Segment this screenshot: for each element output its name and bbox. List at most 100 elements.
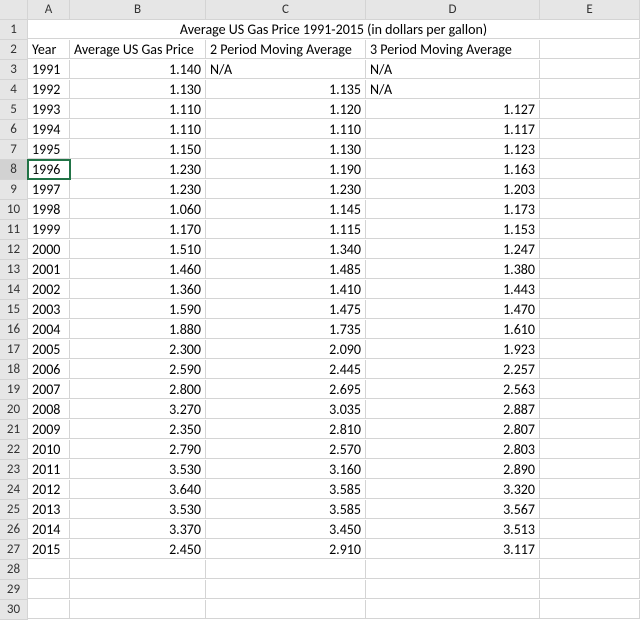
cell-D3[interactable]: N/A	[366, 60, 540, 79]
cell-B14[interactable]: 1.360	[70, 280, 206, 299]
cell-E8[interactable]	[540, 160, 640, 179]
cell-E7[interactable]	[540, 140, 640, 159]
cell-B24[interactable]: 3.640	[70, 480, 206, 499]
cell-B18[interactable]: 2.590	[70, 360, 206, 379]
cell-D2[interactable]: 3 Period Moving Average	[366, 40, 540, 59]
cell-D17[interactable]: 1.923	[366, 340, 540, 359]
cell-B28[interactable]	[70, 560, 206, 579]
cell-E11[interactable]	[540, 220, 640, 239]
cell-B16[interactable]: 1.880	[70, 320, 206, 339]
cell-B9[interactable]: 1.230	[70, 180, 206, 199]
cell-E17[interactable]	[540, 340, 640, 359]
cell-D21[interactable]: 2.807	[366, 420, 540, 439]
cell-B20[interactable]: 3.270	[70, 400, 206, 419]
cell-D29[interactable]	[366, 580, 540, 599]
cell-E18[interactable]	[540, 360, 640, 379]
row-header-16[interactable]: 16	[0, 320, 28, 340]
cell-E25[interactable]	[540, 500, 640, 519]
cell-A29[interactable]	[28, 580, 70, 599]
cell-B7[interactable]: 1.150	[70, 140, 206, 159]
cell-E21[interactable]	[540, 420, 640, 439]
cell-C14[interactable]: 1.410	[206, 280, 366, 299]
cell-A21[interactable]: 2009	[28, 420, 70, 439]
cell-A24[interactable]: 2012	[28, 480, 70, 499]
cell-E12[interactable]	[540, 240, 640, 259]
cell-A6[interactable]: 1994	[28, 120, 70, 139]
row-header-15[interactable]: 15	[0, 300, 28, 320]
row-header-18[interactable]: 18	[0, 360, 28, 380]
cell-A14[interactable]: 2002	[28, 280, 70, 299]
cell-A18[interactable]: 2006	[28, 360, 70, 379]
row-header-20[interactable]: 20	[0, 400, 28, 420]
cell-E26[interactable]	[540, 520, 640, 539]
cell-C5[interactable]: 1.120	[206, 100, 366, 119]
row-header-19[interactable]: 19	[0, 380, 28, 400]
col-header-B[interactable]: B	[70, 0, 206, 20]
cell-E3[interactable]	[540, 60, 640, 79]
cell-D19[interactable]: 2.563	[366, 380, 540, 399]
cell-B4[interactable]: 1.130	[70, 80, 206, 99]
cell-C9[interactable]: 1.230	[206, 180, 366, 199]
cell-D6[interactable]: 1.117	[366, 120, 540, 139]
select-all-corner[interactable]	[0, 0, 28, 20]
row-header-24[interactable]: 24	[0, 480, 28, 500]
row-header-4[interactable]: 4	[0, 80, 28, 100]
cell-D22[interactable]: 2.803	[366, 440, 540, 459]
cell-E19[interactable]	[540, 380, 640, 399]
cell-B17[interactable]: 2.300	[70, 340, 206, 359]
cell-D9[interactable]: 1.203	[366, 180, 540, 199]
cell-B26[interactable]: 3.370	[70, 520, 206, 539]
row-header-2[interactable]: 2	[0, 40, 28, 60]
cell-A2[interactable]: Year	[28, 40, 70, 59]
cell-D20[interactable]: 2.887	[366, 400, 540, 419]
cell-E5[interactable]	[540, 100, 640, 119]
cell-E9[interactable]	[540, 180, 640, 199]
cell-B11[interactable]: 1.170	[70, 220, 206, 239]
cell-B21[interactable]: 2.350	[70, 420, 206, 439]
cell-E13[interactable]	[540, 260, 640, 279]
row-header-13[interactable]: 13	[0, 260, 28, 280]
cell-D25[interactable]: 3.567	[366, 500, 540, 519]
col-header-C[interactable]: C	[206, 0, 366, 20]
cell-D26[interactable]: 3.513	[366, 520, 540, 539]
row-header-10[interactable]: 10	[0, 200, 28, 220]
cell-B10[interactable]: 1.060	[70, 200, 206, 219]
cell-D10[interactable]: 1.173	[366, 200, 540, 219]
row-header-28[interactable]: 28	[0, 560, 28, 580]
cell-E28[interactable]	[540, 560, 640, 579]
cell-D7[interactable]: 1.123	[366, 140, 540, 159]
cell-D14[interactable]: 1.443	[366, 280, 540, 299]
cell-B15[interactable]: 1.590	[70, 300, 206, 319]
row-header-8[interactable]: 8	[0, 160, 28, 180]
cell-C16[interactable]: 1.735	[206, 320, 366, 339]
cell-B3[interactable]: 1.140	[70, 60, 206, 79]
cell-B23[interactable]: 3.530	[70, 460, 206, 479]
cell-B30[interactable]	[70, 600, 206, 619]
cell-A19[interactable]: 2007	[28, 380, 70, 399]
cell-E14[interactable]	[540, 280, 640, 299]
row-header-27[interactable]: 27	[0, 540, 28, 560]
cell-B5[interactable]: 1.110	[70, 100, 206, 119]
cell-E15[interactable]	[540, 300, 640, 319]
cell-A13[interactable]: 2001	[28, 260, 70, 279]
cell-A23[interactable]: 2011	[28, 460, 70, 479]
cell-C3[interactable]: N/A	[206, 60, 366, 79]
cell-C26[interactable]: 3.450	[206, 520, 366, 539]
cell-C7[interactable]: 1.130	[206, 140, 366, 159]
cell-C30[interactable]	[206, 600, 366, 619]
cell-C17[interactable]: 2.090	[206, 340, 366, 359]
cell-C4[interactable]: 1.135	[206, 80, 366, 99]
cell-C2[interactable]: 2 Period Moving Average	[206, 40, 366, 59]
cell-E23[interactable]	[540, 460, 640, 479]
cell-A15[interactable]: 2003	[28, 300, 70, 319]
col-header-D[interactable]: D	[366, 0, 540, 20]
row-header-3[interactable]: 3	[0, 60, 28, 80]
col-header-E[interactable]: E	[540, 0, 640, 20]
cell-A28[interactable]	[28, 560, 70, 579]
cell-E16[interactable]	[540, 320, 640, 339]
cell-B27[interactable]: 2.450	[70, 540, 206, 559]
cell-E10[interactable]	[540, 200, 640, 219]
cell-E24[interactable]	[540, 480, 640, 499]
cell-D28[interactable]	[366, 560, 540, 579]
cell-C28[interactable]	[206, 560, 366, 579]
